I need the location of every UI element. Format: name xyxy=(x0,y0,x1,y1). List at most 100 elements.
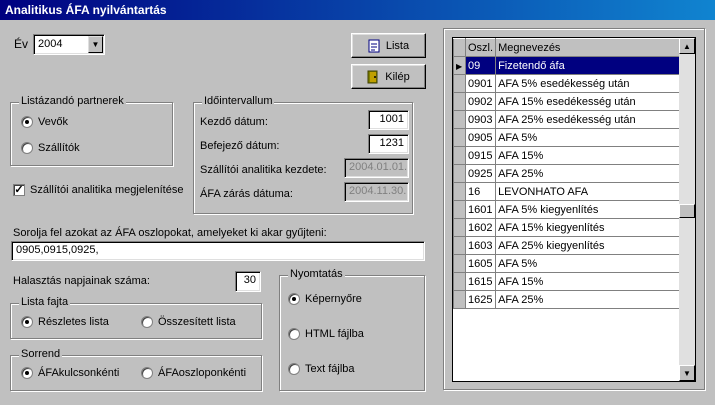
row-indicator[interactable] xyxy=(453,200,466,219)
cell-code[interactable]: 1615 xyxy=(464,272,497,291)
radio-customers[interactable]: Vevők xyxy=(21,116,68,128)
cell-name[interactable]: AFA 5% kiegyenlítés xyxy=(495,200,681,219)
cell-name[interactable]: AFA 15% kiegyenlítés xyxy=(495,218,681,237)
table-row[interactable]: 0905 AFA 5% xyxy=(453,128,681,147)
row-indicator[interactable] xyxy=(453,128,466,147)
cell-name[interactable]: AFA 25% esedékesség után xyxy=(495,110,681,129)
cell-code[interactable]: 1602 xyxy=(464,218,497,237)
table-row[interactable]: 0902 AFA 15% esedékesség után xyxy=(453,92,681,111)
exit-button[interactable]: Kilép xyxy=(351,64,426,89)
end-date-label: Befejező dátum: xyxy=(200,140,280,152)
cell-code[interactable]: 16 xyxy=(464,182,497,201)
vertical-scrollbar[interactable]: ▲ ▼ xyxy=(679,38,695,381)
order-group: Sorrend ÁFAkulcsonkénti ÁFAoszloponkénti xyxy=(10,348,262,391)
cell-code[interactable]: 0915 xyxy=(464,146,497,165)
row-indicator[interactable] xyxy=(453,74,466,93)
document-icon xyxy=(368,39,380,52)
cell-code[interactable]: 09 xyxy=(464,56,497,75)
table-row[interactable]: 1625 AFA 25% xyxy=(453,290,681,309)
supplier-start-input: 2004.01.01. xyxy=(344,158,409,178)
scroll-thumb[interactable] xyxy=(679,204,695,218)
cell-name[interactable]: AFA 5% xyxy=(495,128,681,147)
cell-name[interactable]: LEVONHATO AFA xyxy=(495,182,681,201)
vat-columns-grid[interactable]: Oszl. Megnevezés ▶ 09 Fizetendő áfa 0901 AFA… xyxy=(452,37,696,382)
row-indicator[interactable] xyxy=(453,110,466,129)
row-indicator[interactable] xyxy=(453,182,466,201)
cell-code[interactable]: 0902 xyxy=(464,92,497,111)
cell-name[interactable]: AFA 5% esedékesség után xyxy=(495,74,681,93)
radio-dot xyxy=(288,293,300,305)
scroll-up-icon[interactable]: ▲ xyxy=(679,38,695,54)
table-row[interactable]: 1601 AFA 5% kiegyenlítés xyxy=(453,200,681,219)
vat-close-input: 2004.11.30. xyxy=(344,182,409,202)
cell-code[interactable]: 1601 xyxy=(464,200,497,219)
cell-code[interactable]: 1603 xyxy=(464,236,497,255)
radio-summary-list[interactable]: Összesített lista xyxy=(141,316,236,328)
columns-prompt-label: Sorolja fel azokat az ÁFA oszlopokat, am… xyxy=(13,227,327,239)
cell-name[interactable]: AFA 5% xyxy=(495,254,681,273)
table-row[interactable]: 1602 AFA 15% kiegyenlítés xyxy=(453,218,681,237)
cell-code[interactable]: 0925 xyxy=(464,164,497,183)
row-indicator[interactable] xyxy=(453,272,466,291)
table-row[interactable]: 1603 AFA 25% kiegyenlítés xyxy=(453,236,681,255)
radio-print-screen[interactable]: Képernyőre xyxy=(288,293,362,305)
radio-dot xyxy=(141,367,153,379)
row-indicator[interactable] xyxy=(453,146,466,165)
radio-suppliers[interactable]: Szállítók xyxy=(21,142,80,154)
year-combo[interactable]: 2004 ▼ xyxy=(33,34,105,55)
radio-by-vat-rate-label: ÁFAkulcsonkénti xyxy=(38,367,120,379)
table-row[interactable]: ▶ 09 Fizetendő áfa xyxy=(453,56,681,75)
column-header-name[interactable]: Megnevezés xyxy=(495,38,681,57)
start-date-label: Kezdő dátum: xyxy=(200,116,268,128)
radio-by-vat-column[interactable]: ÁFAoszloponkénti xyxy=(141,367,246,379)
row-indicator[interactable] xyxy=(453,164,466,183)
partners-group-title: Listázandó partnerek xyxy=(19,95,126,107)
table-row[interactable]: 1615 AFA 15% xyxy=(453,272,681,291)
cell-name[interactable]: AFA 15% xyxy=(495,272,681,291)
row-indicator[interactable] xyxy=(453,92,466,111)
radio-detailed-label: Részletes lista xyxy=(38,316,109,328)
row-pointer-icon[interactable]: ▶ xyxy=(453,56,466,75)
row-indicator[interactable] xyxy=(453,218,466,237)
cell-name[interactable]: AFA 15% esedékesség után xyxy=(495,92,681,111)
cell-code[interactable]: 1605 xyxy=(464,254,497,273)
cell-code[interactable]: 0905 xyxy=(464,128,497,147)
partners-group: Listázandó partnerek Vevők Szállítók xyxy=(10,95,173,166)
row-indicator[interactable] xyxy=(453,254,466,273)
table-row[interactable]: 1605 AFA 5% xyxy=(453,254,681,273)
row-indicator[interactable] xyxy=(453,236,466,255)
radio-dot xyxy=(21,367,33,379)
cell-name[interactable]: AFA 25% xyxy=(495,164,681,183)
show-supplier-analytics-label: Szállítói analitika megjelenítése xyxy=(30,184,184,196)
cell-name[interactable]: Fizetendő áfa xyxy=(495,56,681,75)
cell-code[interactable]: 0903 xyxy=(464,110,497,129)
chevron-down-icon[interactable]: ▼ xyxy=(88,36,103,53)
start-date-input[interactable]: 1001 xyxy=(368,110,409,130)
end-date-input[interactable]: 1231 xyxy=(368,134,409,154)
cell-code[interactable]: 1625 xyxy=(464,290,497,309)
list-button[interactable]: Lista xyxy=(351,33,426,58)
door-icon xyxy=(367,70,378,83)
table-row[interactable]: 0915 AFA 15% xyxy=(453,146,681,165)
cell-name[interactable]: AFA 25% kiegyenlítés xyxy=(495,236,681,255)
table-row[interactable]: 0901 AFA 5% esedékesség után xyxy=(453,74,681,93)
row-indicator[interactable] xyxy=(453,290,466,309)
radio-customers-label: Vevők xyxy=(38,116,68,128)
cell-code[interactable]: 0901 xyxy=(464,74,497,93)
radio-by-vat-rate[interactable]: ÁFAkulcsonkénti xyxy=(21,367,119,379)
radio-print-html[interactable]: HTML fájlba xyxy=(288,328,364,340)
columns-input[interactable]: 0905,0915,0925, xyxy=(11,241,425,261)
radio-detailed-list[interactable]: Részletes lista xyxy=(21,316,109,328)
table-row[interactable]: 0925 AFA 25% xyxy=(453,164,681,183)
table-row[interactable]: 16 LEVONHATO AFA xyxy=(453,182,681,201)
radio-print-text[interactable]: Text fájlba xyxy=(288,363,355,375)
column-header-code[interactable]: Oszl. xyxy=(464,38,497,57)
delay-days-input[interactable]: 30 xyxy=(235,271,261,292)
radio-dot xyxy=(288,328,300,340)
scroll-down-icon[interactable]: ▼ xyxy=(679,365,695,381)
show-supplier-analytics-checkbox[interactable]: ✓ Szállítói analitika megjelenítése xyxy=(13,184,183,196)
interval-group-title: Időintervallum xyxy=(202,95,275,107)
table-row[interactable]: 0903 AFA 25% esedékesség után xyxy=(453,110,681,129)
cell-name[interactable]: AFA 15% xyxy=(495,146,681,165)
cell-name[interactable]: AFA 25% xyxy=(495,290,681,309)
